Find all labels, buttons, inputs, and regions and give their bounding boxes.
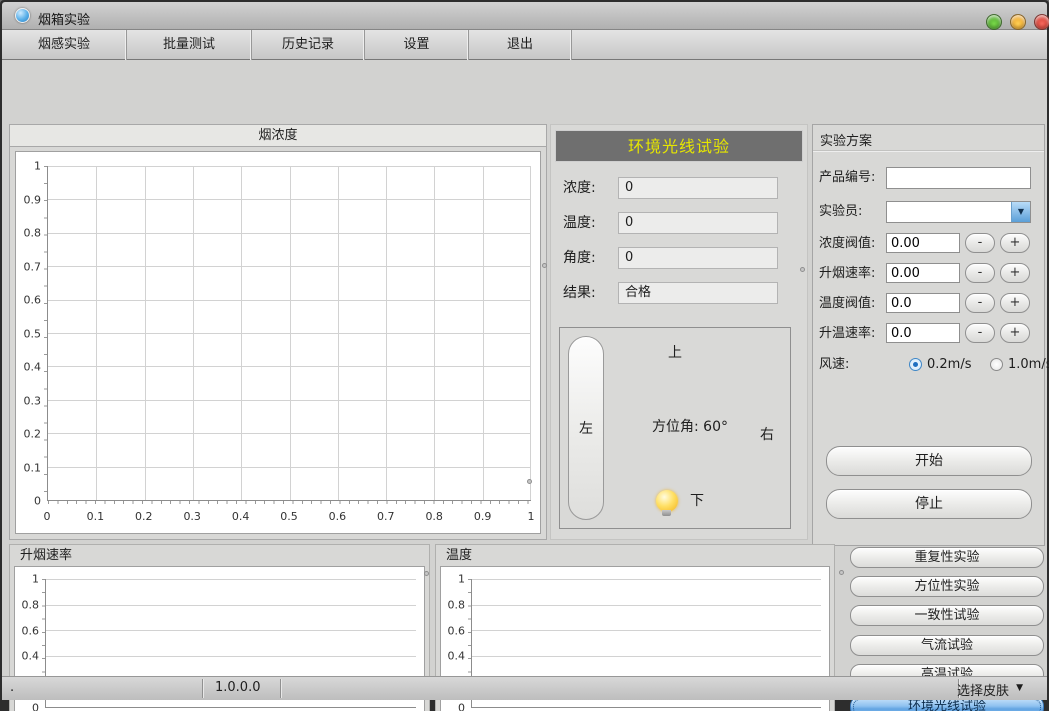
smoke-chart-title: 烟浓度 [10,125,546,147]
temperature-threshold-label: 温度阀值: [819,293,875,315]
splitter-handle[interactable] [424,571,429,576]
wind-speed-radio-02-label: 0.2m/s [927,357,972,373]
app-window: 烟箱实验 烟感实验 批量测试 历史记录 设置 退出 烟浓度 10.90.80.7… [0,0,1049,711]
airflow-test-button[interactable]: 气流试验 [850,635,1044,656]
temperature-readout-label: 温度: [563,212,596,234]
menu-item-exit[interactable]: 退出 [469,30,572,60]
status-bar: . 1.0.0.0 选择皮肤 ▼ [2,676,1047,700]
status-divider [202,679,203,698]
active-test-title: 环境光线试验 [555,130,803,162]
title-bar: 烟箱实验 [2,2,1047,30]
test-status-panel: 环境光线试验 浓度: 0 温度: 0 角度: 0 结果: 合格 左 上 方位角:… [550,124,808,540]
wind-speed-radio-10[interactable] [990,358,1003,371]
temperature-rise-rate-input[interactable] [886,323,960,343]
app-icon [15,8,30,23]
orientation-test-button[interactable]: 方位性实验 [850,576,1044,597]
concentration-readout-value: 0 [618,177,778,199]
smoke-chart-y-axis: 10.90.80.70.60.50.40.30.20.10 [16,166,44,501]
smoke-rise-rate-input[interactable] [886,263,960,283]
status-message: . [10,680,14,695]
minimize-button[interactable] [986,14,1002,30]
wind-speed-radio-02[interactable] [909,358,922,371]
scheme-divider [813,150,1044,151]
product-number-label: 产品编号: [819,167,875,189]
splitter-handle[interactable] [839,570,844,575]
concentration-threshold-input[interactable] [886,233,960,253]
smoke-rise-rate-minus-button[interactable]: - [965,263,995,283]
direction-right-label: 右 [760,424,774,444]
temp-chart-title: 温度 [436,545,834,567]
angle-readout-value: 0 [618,247,778,269]
result-readout-label: 结果: [563,282,596,304]
smoke-chart-canvas: 10.90.80.70.60.50.40.30.20.10 00.10.20.3… [15,151,541,534]
repeatability-test-button[interactable]: 重复性实验 [850,547,1044,568]
smoke-rise-rate-plus-button[interactable]: + [1000,263,1030,283]
maximize-button[interactable] [1010,14,1026,30]
experiment-scheme-panel: 实验方案 产品编号: 实验员: ▼ 浓度阀值: - + 升烟速率: - + 温度… [812,124,1045,546]
close-button[interactable] [1034,14,1049,30]
direction-box: 左 上 方位角: 60° 右 下 [559,327,791,529]
temperature-threshold-minus-button[interactable]: - [965,293,995,313]
concentration-threshold-label: 浓度阀值: [819,233,875,255]
menu-item-history[interactable]: 历史记录 [252,30,365,60]
temperature-rise-rate-minus-button[interactable]: - [965,323,995,343]
temperature-threshold-input[interactable] [886,293,960,313]
rise-chart-title: 升烟速率 [10,545,429,567]
skin-selector-arrow-icon[interactable]: ▼ [1016,683,1023,693]
splitter-handle[interactable] [800,267,805,272]
direction-up-label: 上 [560,342,790,362]
wind-speed-label: 风速: [819,354,849,376]
operator-label: 实验员: [819,201,862,223]
stop-button[interactable]: 停止 [826,489,1032,519]
menu-bar: 烟感实验 批量测试 历史记录 设置 退出 [2,30,1047,60]
concentration-threshold-plus-button[interactable]: + [1000,233,1030,253]
wind-speed-radio-10-label: 1.0m/s [1008,357,1049,373]
menu-item-smoke-test[interactable]: 烟感实验 [2,30,127,60]
consistency-test-button[interactable]: 一致性试验 [850,605,1044,626]
direction-down-label: 下 [690,490,704,510]
lightbulb-icon [656,490,678,512]
smoke-chart-plot [47,166,531,501]
menu-item-settings[interactable]: 设置 [365,30,469,60]
smoke-concentration-chart-panel: 烟浓度 10.90.80.70.60.50.40.30.20.10 00.10.… [9,124,547,540]
smoke-chart-x-axis: 00.10.20.30.40.50.60.70.80.91 [47,510,531,524]
operator-select[interactable]: ▼ [886,201,1031,223]
skin-selector-button[interactable]: 选择皮肤 [957,680,1009,699]
temperature-rise-rate-plus-button[interactable]: + [1000,323,1030,343]
start-button[interactable]: 开始 [826,446,1032,476]
splitter-handle[interactable] [527,479,532,484]
version-label: 1.0.0.0 [215,680,260,695]
concentration-threshold-minus-button[interactable]: - [965,233,995,253]
status-divider [280,679,281,698]
scheme-title: 实验方案 [820,130,872,149]
window-title: 烟箱实验 [38,9,90,28]
angle-readout-label: 角度: [563,247,596,269]
main-area: 烟浓度 10.90.80.70.60.50.40.30.20.10 00.10.… [2,60,1047,676]
splitter-handle[interactable] [542,263,547,268]
temperature-readout-value: 0 [618,212,778,234]
product-number-input[interactable] [886,167,1031,189]
result-readout-value: 合格 [618,282,778,304]
menu-item-batch-test[interactable]: 批量测试 [127,30,252,60]
temperature-threshold-plus-button[interactable]: + [1000,293,1030,313]
temperature-rise-rate-label: 升温速率: [819,323,875,345]
chevron-down-icon[interactable]: ▼ [1011,202,1030,222]
concentration-readout-label: 浓度: [563,177,596,199]
smoke-rise-rate-label: 升烟速率: [819,263,875,285]
